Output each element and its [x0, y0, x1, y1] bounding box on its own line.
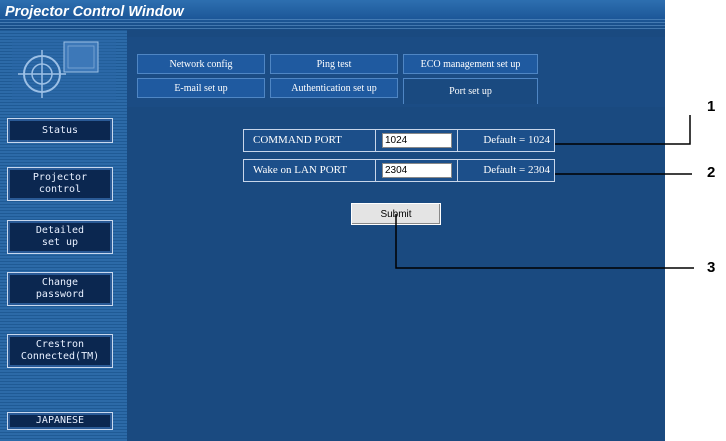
- callout-label-1: 1: [707, 98, 716, 115]
- callout-label-2: 2: [707, 164, 716, 181]
- callout-line-3: [395, 214, 694, 269]
- callout-line-1: [555, 115, 691, 145]
- callout-label-3: 3: [707, 259, 716, 276]
- callout-lines: [395, 115, 694, 269]
